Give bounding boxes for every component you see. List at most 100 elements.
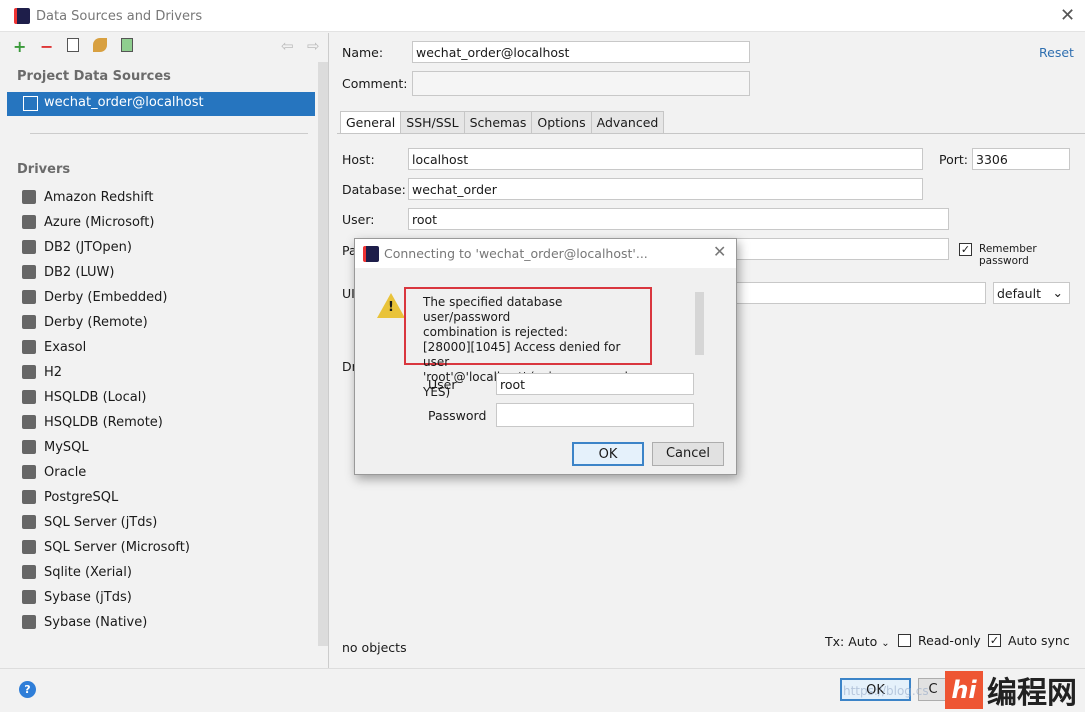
port-label: Port: (939, 152, 968, 167)
driver-icon (22, 490, 36, 504)
name-input[interactable]: wechat_order@localhost (412, 41, 750, 63)
data-source-item[interactable]: wechat_order@localhost (7, 92, 315, 116)
properties-icon[interactable] (93, 38, 107, 52)
dialog-password-input[interactable] (496, 403, 694, 427)
sidebar-item-driver[interactable]: HSQLDB (Remote) (22, 411, 163, 433)
dialog-user-input[interactable]: root (496, 373, 694, 395)
tx-mode-dropdown[interactable]: Tx: Auto ⌄ (825, 634, 890, 649)
remember-password-label: Remember password (979, 243, 1037, 267)
driver-icon (22, 515, 36, 529)
chevron-down-icon: ⌄ (881, 638, 890, 649)
add-icon[interactable]: + (13, 37, 26, 56)
forward-icon[interactable]: ⇨ (307, 37, 320, 55)
sidebar-item-driver[interactable]: Sybase (Native) (22, 611, 147, 633)
driver-icon (22, 415, 36, 429)
driver-icon (22, 465, 36, 479)
auto-sync-label: Auto sync (1008, 633, 1070, 648)
tab-ssh-ssl[interactable]: SSH/SSL (400, 111, 465, 134)
driver-icon (22, 390, 36, 404)
sidebar-item-driver[interactable]: SQL Server (Microsoft) (22, 536, 190, 558)
error-message: The specified database user/password com… (404, 287, 652, 399)
close-icon[interactable]: ✕ (713, 242, 726, 261)
driver-label: SQL Server (jTds) (44, 514, 158, 530)
title-bar: Data Sources and Drivers ✕ (0, 0, 1085, 32)
dialog-ok-button[interactable]: OK (572, 442, 644, 466)
tab-schemas[interactable]: Schemas (463, 111, 533, 134)
watermark-text: 编程网 (987, 676, 1077, 711)
app-icon (363, 246, 379, 262)
sidebar-item-driver[interactable]: MySQL (22, 436, 89, 458)
port-input[interactable]: 3306 (972, 148, 1070, 170)
driver-label: Sqlite (Xerial) (44, 564, 132, 580)
mysql-icon (23, 96, 38, 111)
driver-icon (22, 240, 36, 254)
driver-icon (22, 265, 36, 279)
dialog-title: Connecting to 'wechat_order@localhost'..… (384, 246, 648, 261)
dialog-cancel-button[interactable]: Cancel (652, 442, 724, 466)
driver-icon (22, 315, 36, 329)
host-label: Host: (342, 152, 375, 167)
user-input[interactable]: root (408, 208, 949, 230)
driver-icon (22, 540, 36, 554)
window-title: Data Sources and Drivers (36, 9, 203, 24)
error-line: [28000][1045] Access denied for user (423, 340, 621, 369)
driver-label: Azure (Microsoft) (44, 214, 155, 230)
database-label: Database: (342, 182, 406, 197)
dialog-title-bar: Connecting to 'wechat_order@localhost'..… (355, 239, 736, 268)
host-input[interactable]: localhost (408, 148, 923, 170)
url-mode-select[interactable]: default ⌄ (993, 282, 1070, 304)
sidebar-item-driver[interactable]: H2 (22, 361, 62, 383)
watermark-logo-mark: hi (945, 671, 983, 709)
url-label: UI (342, 286, 355, 301)
sidebar-item-driver[interactable]: Exasol (22, 336, 86, 358)
read-only-label: Read-only (918, 633, 981, 648)
back-icon[interactable]: ⇦ (281, 37, 294, 55)
driver-icon (22, 190, 36, 204)
sidebar-item-driver[interactable]: Sqlite (Xerial) (22, 561, 132, 583)
auto-sync-checkbox[interactable]: ✓ (988, 634, 1001, 647)
sidebar-item-driver[interactable]: DB2 (LUW) (22, 261, 114, 283)
tab-advanced[interactable]: Advanced (590, 111, 665, 134)
remember-password-checkbox[interactable]: ✓ (959, 243, 972, 256)
driver-label: HSQLDB (Local) (44, 389, 147, 405)
tab-bar: General SSH/SSL Schemas Options Advanced (340, 111, 665, 134)
project-sources-heading: Project Data Sources (17, 69, 171, 84)
app-icon (14, 8, 30, 24)
sidebar-item-driver[interactable]: Oracle (22, 461, 86, 483)
import-icon[interactable] (121, 38, 133, 52)
driver-icon (22, 590, 36, 604)
driver-label: Derby (Remote) (44, 314, 148, 330)
tab-general[interactable]: General (340, 111, 402, 134)
tab-options[interactable]: Options (531, 111, 592, 134)
sidebar-item-driver[interactable]: PostgreSQL (22, 486, 118, 508)
sidebar-item-driver[interactable]: Sybase (jTds) (22, 586, 132, 608)
read-only-checkbox[interactable] (898, 634, 911, 647)
driver-label: DB2 (JTOpen) (44, 239, 132, 255)
message-scrollbar[interactable] (695, 292, 704, 355)
data-source-label: wechat_order@localhost (44, 95, 204, 110)
sidebar-item-driver[interactable]: Derby (Remote) (22, 311, 148, 333)
sidebar-item-driver[interactable]: DB2 (JTOpen) (22, 236, 132, 258)
comment-input[interactable] (412, 71, 750, 96)
divider (30, 133, 308, 134)
help-icon[interactable]: ? (19, 681, 36, 698)
sidebar-item-driver[interactable]: Derby (Embedded) (22, 286, 167, 308)
driver-label: Derby (Embedded) (44, 289, 168, 305)
close-icon[interactable]: ✕ (1060, 5, 1075, 26)
copy-icon[interactable] (67, 38, 79, 52)
driver-icon (22, 615, 36, 629)
sidebar-item-driver[interactable]: HSQLDB (Local) (22, 386, 146, 408)
driver-label: DB2 (LUW) (44, 264, 115, 280)
sidebar-item-driver[interactable]: Azure (Microsoft) (22, 211, 154, 233)
driver-icon (22, 565, 36, 579)
database-input[interactable]: wechat_order (408, 178, 923, 200)
url-mode-value: default (997, 286, 1041, 301)
reset-link[interactable]: Reset (1039, 45, 1074, 60)
scrollbar[interactable] (318, 62, 328, 646)
remove-icon[interactable]: − (40, 37, 53, 56)
comment-label: Comment: (342, 76, 408, 91)
sidebar-item-driver[interactable]: SQL Server (jTds) (22, 511, 157, 533)
sidebar-item-driver[interactable]: Amazon Redshift (22, 186, 153, 208)
dialog-password-label: Password (428, 408, 487, 423)
watermark-url: https://blog.cs (843, 684, 929, 698)
